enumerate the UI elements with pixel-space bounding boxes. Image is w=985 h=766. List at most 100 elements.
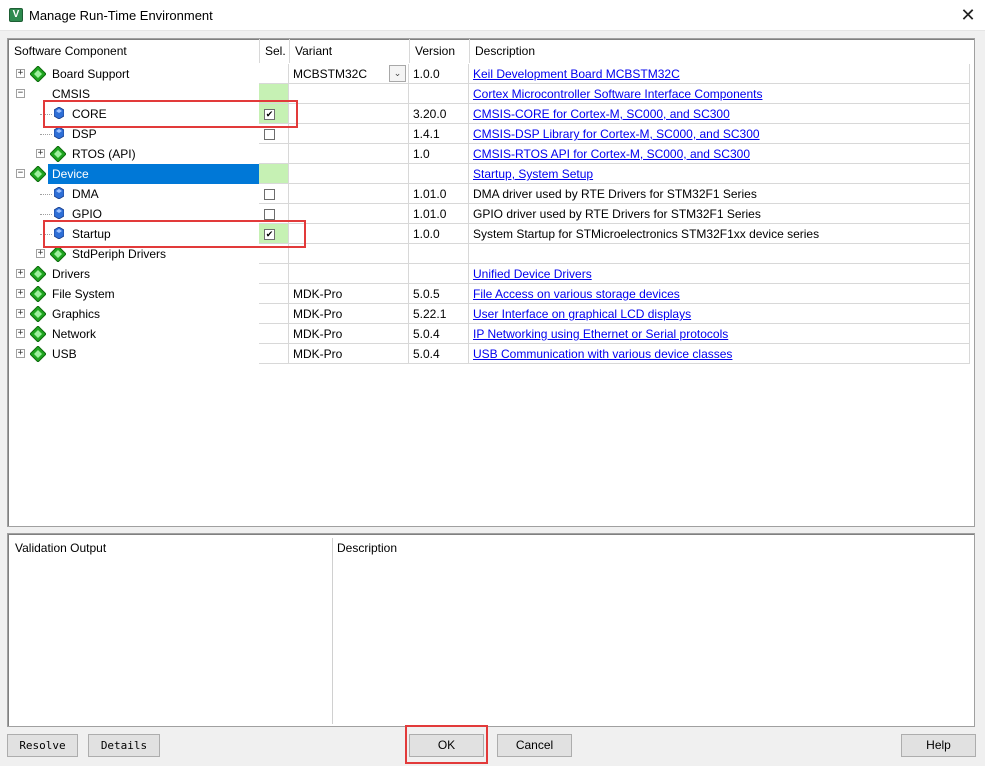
- description-cell: Startup, System Setup: [469, 164, 970, 184]
- window-title: Manage Run-Time Environment: [29, 8, 213, 23]
- table-row[interactable]: + Network MDK-Pro 5.0.4 IP Networking using …: [8, 324, 970, 344]
- highlight-box: [43, 220, 306, 248]
- description-link[interactable]: File Access on various storage devices: [473, 287, 680, 301]
- description-cell: Keil Development Board MCBSTM32C: [469, 64, 970, 84]
- header-divider: [409, 39, 410, 63]
- component-class-icon: [49, 245, 67, 263]
- validation-output-header: Validation Output: [15, 541, 107, 555]
- description-link[interactable]: USB Communication with various device cl…: [473, 347, 732, 361]
- expand-icon[interactable]: +: [16, 329, 25, 338]
- header-variant[interactable]: Variant: [289, 39, 409, 63]
- chevron-down-icon[interactable]: ⌄: [389, 65, 406, 82]
- tree-connector: [40, 214, 52, 215]
- title-bar: V Manage Run-Time Environment ✕: [0, 0, 985, 31]
- component-class-icon: [29, 165, 47, 183]
- table-row[interactable]: + RTOS (API) 1.0 CMSIS-RTOS API for Cortex-…: [8, 144, 970, 164]
- variant-cell[interactable]: MDK-Pro: [289, 324, 409, 344]
- header-description[interactable]: Description: [469, 39, 969, 63]
- select-checkbox[interactable]: [264, 209, 275, 220]
- component-label[interactable]: Network: [52, 324, 96, 344]
- description-link[interactable]: Cortex Microcontroller Software Interfac…: [473, 87, 762, 101]
- sel-cell[interactable]: [259, 324, 289, 344]
- description-link[interactable]: User Interface on graphical LCD displays: [473, 307, 691, 321]
- close-icon[interactable]: ✕: [951, 0, 985, 31]
- variant-cell: [289, 264, 409, 284]
- highlight-box: [43, 100, 298, 128]
- description-text: GPIO driver used by RTE Drivers for STM3…: [473, 207, 761, 221]
- description-cell: CMSIS-RTOS API for Cortex-M, SC000, and …: [469, 144, 970, 164]
- variant-cell[interactable]: MCBSTM32C ⌄: [289, 64, 409, 84]
- expand-icon[interactable]: +: [16, 269, 25, 278]
- description-header: Description: [337, 541, 398, 555]
- resolve-button[interactable]: Resolve: [7, 734, 78, 757]
- sel-cell[interactable]: [259, 344, 289, 364]
- expand-icon[interactable]: +: [16, 69, 25, 78]
- select-checkbox[interactable]: [264, 129, 275, 140]
- variant-cell[interactable]: MDK-Pro: [289, 304, 409, 324]
- sel-cell[interactable]: [259, 164, 289, 184]
- collapse-icon[interactable]: −: [16, 89, 25, 98]
- table-row[interactable]: + File System MDK-Pro 5.0.5 File Access on v…: [8, 284, 970, 304]
- expand-icon[interactable]: +: [16, 289, 25, 298]
- component-label[interactable]: Graphics: [52, 304, 100, 324]
- table-row[interactable]: − Device Startup, System Setup: [8, 164, 970, 184]
- description-link[interactable]: CMSIS-RTOS API for Cortex-M, SC000, and …: [473, 147, 750, 161]
- table-row[interactable]: + Graphics MDK-Pro 5.22.1 User Interface on …: [8, 304, 970, 324]
- component-label[interactable]: Drivers: [52, 264, 90, 284]
- header-sel[interactable]: Sel.: [259, 39, 289, 63]
- version-cell: [409, 164, 469, 184]
- component-icon: [53, 126, 65, 140]
- sel-cell[interactable]: [259, 64, 289, 84]
- component-label[interactable]: Device: [48, 164, 259, 184]
- sel-cell[interactable]: [259, 284, 289, 304]
- version-cell: 1.4.1: [409, 124, 469, 144]
- component-label[interactable]: DMA: [72, 184, 99, 204]
- expand-icon[interactable]: +: [36, 249, 45, 258]
- variant-cell: [289, 224, 409, 244]
- table-row[interactable]: + Drivers Unified Device Drivers: [8, 264, 970, 284]
- table-row[interactable]: + Board Support MCBSTM32C ⌄ 1.0.0 Keil Develo…: [8, 64, 970, 84]
- description-link[interactable]: Unified Device Drivers: [473, 267, 592, 281]
- description-link[interactable]: IP Networking using Ethernet or Serial p…: [473, 327, 728, 341]
- cancel-button[interactable]: Cancel: [497, 734, 572, 757]
- variant-cell[interactable]: MDK-Pro: [289, 344, 409, 364]
- panel-divider[interactable]: [332, 538, 333, 724]
- component-label[interactable]: USB: [52, 344, 77, 364]
- header-software-component[interactable]: Software Component: [8, 39, 259, 63]
- description-text: System Startup for STMicroelectronics ST…: [473, 227, 820, 241]
- component-icon: [53, 206, 65, 220]
- help-button[interactable]: Help: [901, 734, 976, 757]
- variant-cell: [289, 184, 409, 204]
- sel-cell[interactable]: [259, 264, 289, 284]
- component-class-icon: [29, 65, 47, 83]
- sel-cell[interactable]: [259, 304, 289, 324]
- sel-cell[interactable]: [259, 184, 289, 204]
- version-cell: 5.0.4: [409, 344, 469, 364]
- component-class-icon: [29, 265, 47, 283]
- header-version[interactable]: Version: [409, 39, 469, 63]
- description-link[interactable]: Keil Development Board MCBSTM32C: [473, 67, 680, 81]
- expand-icon[interactable]: +: [16, 309, 25, 318]
- component-label[interactable]: RTOS (API): [72, 144, 136, 164]
- component-label[interactable]: File System: [52, 284, 115, 304]
- sel-cell[interactable]: [259, 144, 289, 164]
- tree-connector: [40, 134, 52, 135]
- header-divider: [289, 39, 290, 63]
- variant-cell: [289, 144, 409, 164]
- description-cell: File Access on various storage devices: [469, 284, 970, 304]
- select-checkbox[interactable]: [264, 189, 275, 200]
- variant-cell[interactable]: MDK-Pro: [289, 284, 409, 304]
- version-cell: 5.0.5: [409, 284, 469, 304]
- description-link[interactable]: Startup, System Setup: [473, 167, 593, 181]
- table-row[interactable]: + USB MDK-Pro 5.0.4 USB Communication with v…: [8, 344, 970, 364]
- collapse-icon[interactable]: −: [16, 169, 25, 178]
- header-divider: [259, 39, 260, 63]
- expand-icon[interactable]: +: [16, 349, 25, 358]
- description-cell: Cortex Microcontroller Software Interfac…: [469, 84, 970, 104]
- table-row[interactable]: DMA 1.01.0 DMA driver used by RTE Drivers …: [8, 184, 970, 204]
- expand-icon[interactable]: +: [36, 149, 45, 158]
- component-label[interactable]: Board Support: [52, 64, 129, 84]
- description-link[interactable]: CMSIS-DSP Library for Cortex-M, SC000, a…: [473, 127, 760, 141]
- description-link[interactable]: CMSIS-CORE for Cortex-M, SC000, and SC30…: [473, 107, 730, 121]
- details-button[interactable]: Details: [88, 734, 160, 757]
